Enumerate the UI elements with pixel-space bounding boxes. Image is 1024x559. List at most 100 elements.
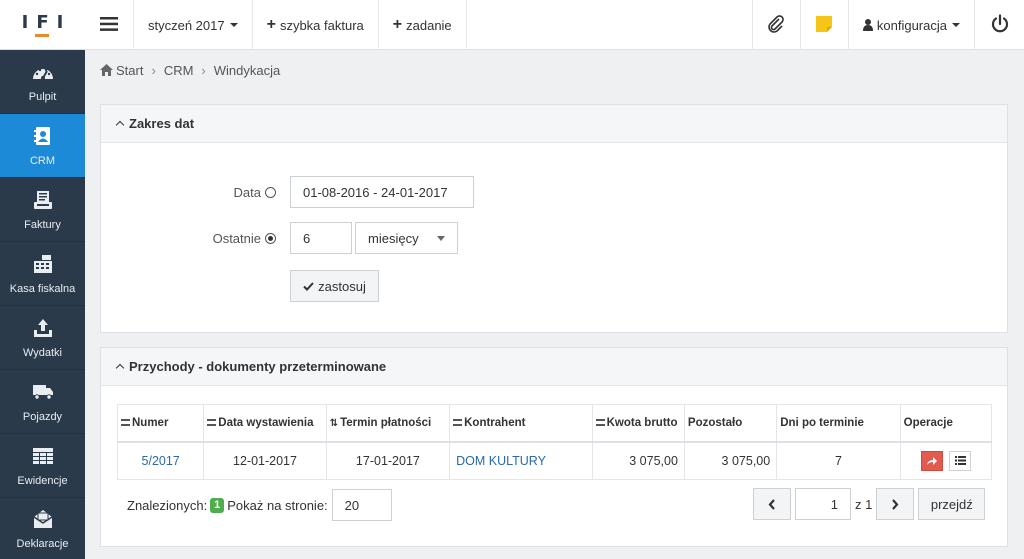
date-range-panel-header[interactable]: Zakres dat [101,105,1007,143]
unit-select[interactable]: miesięcy [355,222,458,254]
column-label: Numer [132,416,169,429]
sticky-note-icon [815,15,833,36]
table-header-row: Numer Data wystawienia ⇅ Termin płatności… [116,404,993,443]
period-label: styczeń 2017 [148,17,225,33]
details-list-button[interactable] [949,450,972,471]
per-page-label: Pokaż na stronie: [227,497,328,513]
sidebar-item-deklaracje[interactable]: Deklaracje [0,498,85,559]
caret-down-icon [437,235,445,241]
found-count-badge: 1 [210,497,225,513]
col-operacje: Operacje [899,404,993,443]
table-row: 5/2017 12-01-2017 17-01-2017 DOM KULTURY… [116,441,993,480]
apply-button[interactable]: zastosuj [290,270,379,302]
hamburger-icon [100,16,118,34]
logo[interactable]: IFI [0,0,85,50]
goto-label: przejdź [930,496,973,512]
date-radio[interactable] [265,186,276,198]
sidebar-item-faktury[interactable]: Faktury [0,178,85,242]
logout-button[interactable] [974,0,1024,50]
document-number-link[interactable]: 5/2017 [142,454,180,468]
breadcrumb-crm[interactable]: CRM [164,63,194,78]
forward-button[interactable] [920,450,943,471]
chevron-up-icon [115,363,125,373]
found-label: Znalezionych: [127,497,208,513]
sidebar-item-label: Deklaracje [16,537,69,550]
task-label: zadanie [406,17,452,33]
last-count-input[interactable]: 6 [290,222,352,254]
upload-tray-icon [32,317,54,339]
date-label: Data [233,184,261,200]
overdue-documents-panel: Przychody - dokumenty przeterminowane Nu… [100,347,1008,547]
sidebar-item-pojazdy[interactable]: Pojazdy [0,370,85,434]
per-page-input[interactable]: 20 [331,489,392,521]
col-data-wystawienia[interactable]: Data wystawienia [203,404,327,443]
sidebar-item-crm[interactable]: CRM [0,114,85,178]
menu-toggle-button[interactable] [85,0,134,50]
col-kwota[interactable]: Kwota brutto [591,404,685,443]
date-range-value: 01-08-2016 - 24-01-2017 [303,184,448,200]
config-dropdown[interactable]: konfiguracja [847,0,974,50]
sidebar-item-wydatki[interactable]: Wydatki [0,306,85,370]
cell-dni: 7 [776,441,901,480]
date-range-input[interactable]: 01-08-2016 - 24-01-2017 [290,176,474,208]
contractor-link[interactable]: DOM KULTURY [456,454,546,468]
caret-down-icon [952,23,960,27]
pagination: 1 z 1 przejdź [753,488,986,520]
column-label: Pozostało [687,416,743,429]
cell-kwota: 3 075,00 [591,441,685,480]
panel-title: Przychody - dokumenty przeterminowane [129,359,387,374]
cell-operacje [899,441,993,480]
col-termin[interactable]: ⇅ Termin płatności [325,404,451,443]
cell-pozostalo: 3 075,00 [683,441,778,480]
attachments-button[interactable] [751,0,800,50]
cell-numer[interactable]: 5/2017 [116,441,205,480]
sidebar-item-label: Faktury [24,218,61,231]
sidebar-item-label: Pojazdy [22,410,63,423]
quick-invoice-button[interactable]: + szybka faktura [253,0,379,50]
date-row: Data 01-08-2016 - 24-01-2017 [101,176,474,208]
column-label: Dni po terminie [780,416,864,429]
column-label: Data wystawienia [218,416,314,429]
last-row: Ostatnie 6 miesięcy [101,222,458,254]
caret-down-icon [229,23,238,27]
period-dropdown[interactable]: styczeń 2017 [134,0,253,50]
col-dni: Dni po terminie [776,404,901,443]
logo-text: IFI [21,12,72,33]
page-number-input[interactable]: 1 [795,488,851,520]
envelope-icon [32,508,54,530]
plus-icon: + [392,16,403,33]
truck-icon [32,381,54,403]
col-kontrahent[interactable]: Kontrahent [449,404,593,443]
chevron-up-icon [115,120,125,130]
cash-register-icon [32,253,54,275]
table-icon [32,445,54,467]
cell-kontrahent[interactable]: DOM KULTURY [449,441,593,480]
sort-icon [453,419,463,427]
sidebar-item-label: Kasa fiskalna [9,282,76,295]
apply-label: zastosuj [318,278,366,294]
sidebar-item-ewidencje[interactable]: Ewidencje [0,434,85,498]
page-total: z 1 [855,496,873,512]
breadcrumb-current: Windykacja [213,62,281,78]
goto-page-button[interactable]: przejdź [918,488,986,520]
col-numer[interactable]: Numer [116,404,205,443]
cell-data-wystawienia: 12-01-2017 [203,441,327,480]
next-page-button[interactable] [876,488,915,520]
breadcrumb: Start › CRM › Windykacja [100,60,280,80]
sidebar-item-kasa-fiskalna[interactable]: Kasa fiskalna [0,242,85,306]
chevron-right-icon [892,498,899,510]
per-page-value: 20 [344,497,360,513]
breadcrumb-separator: › [151,62,156,78]
plus-icon: + [266,16,276,33]
last-radio[interactable] [265,232,276,244]
config-label: konfiguracja [876,17,947,33]
sidebar-item-pulpit[interactable]: Pulpit [0,50,85,114]
overdue-panel-header[interactable]: Przychody - dokumenty przeterminowane [101,348,1007,386]
receipt-icon [32,189,54,211]
notes-button[interactable] [799,0,848,50]
sidebar-item-label: CRM [29,154,56,167]
prev-page-button[interactable] [753,488,791,520]
user-icon [862,19,873,31]
add-task-button[interactable]: + zadanie [379,0,467,50]
breadcrumb-start[interactable]: Start [116,63,143,78]
